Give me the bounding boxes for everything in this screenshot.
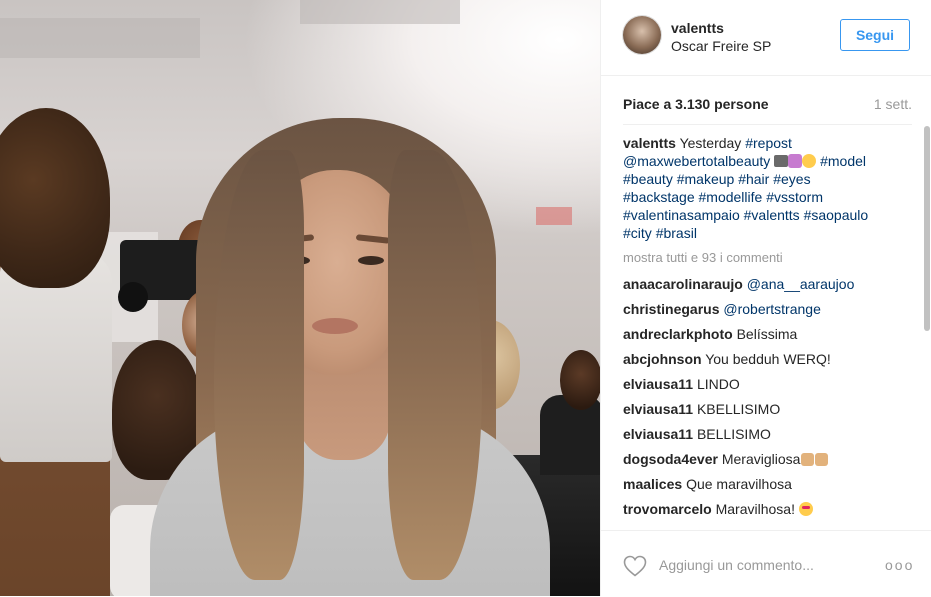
comment-text: BELLISIMO [696, 426, 771, 442]
hashtag[interactable]: #vsstorm [766, 189, 823, 205]
nail-polish-emoji-icon [788, 154, 803, 168]
thumbs-up-emoji-icon [801, 453, 815, 466]
comment-item: anaacarolinaraujo @ana__aaraujoo [623, 276, 913, 292]
comment-username[interactable]: elviausa11 [623, 376, 693, 392]
hashtag[interactable]: #eyes [773, 171, 810, 187]
follow-button[interactable]: Segui [840, 19, 910, 51]
comment-item: elviausa11 KBELLISIMO [623, 401, 913, 417]
hashtag[interactable]: #repost [745, 135, 792, 151]
camera-emoji-icon [774, 155, 789, 167]
comment-item: elviausa11 BELLISIMO [623, 426, 913, 442]
hashtag[interactable]: #makeup [677, 171, 735, 187]
comment-text: KBELLISIMO [696, 401, 781, 417]
comments-list[interactable]: valentts Yesterday #repost @maxwebertota… [601, 124, 931, 530]
caption-mention[interactable]: @maxwebertotalbeauty [623, 153, 770, 169]
comment-text: You bedduh WERQ! [705, 351, 831, 367]
comment-username[interactable]: christinegarus [623, 301, 719, 317]
kiss-emoji-icon [802, 154, 817, 168]
hashtag[interactable]: #modellife [699, 189, 763, 205]
comment-text: Maravilhosa! [715, 501, 795, 517]
comment-input[interactable] [659, 555, 859, 575]
hashtag[interactable]: #city [623, 225, 652, 241]
comment-username[interactable]: abcjohnson [623, 351, 702, 367]
comment-username[interactable]: trovomarcelo [623, 501, 712, 517]
comment-username[interactable]: andreclarkphoto [623, 326, 733, 342]
thumbs-up-emoji-icon [815, 453, 829, 466]
comment-text: Que maravilhosa [686, 476, 792, 492]
hashtag[interactable]: #hair [738, 171, 769, 187]
comment-username[interactable]: anaacarolinaraujo [623, 276, 743, 292]
post-photo[interactable] [0, 0, 600, 596]
caption-username[interactable]: valentts [623, 135, 676, 151]
comment-item: trovomarcelo Maravilhosa! [623, 501, 913, 517]
comment-text: Belíssima [736, 326, 798, 342]
hashtag[interactable]: #model [820, 153, 866, 169]
comment-username[interactable]: elviausa11 [623, 401, 693, 417]
comment-item: christinegarus @robertstrange [623, 301, 913, 317]
hashtag[interactable]: #valentinasampaio [623, 207, 740, 223]
post-sidebar: valentts Oscar Freire SP Segui Piace a 3… [600, 0, 931, 596]
photo-bg-person [560, 350, 600, 410]
post-header: valentts Oscar Freire SP Segui [601, 0, 931, 76]
post-time[interactable]: 1 sett. [874, 96, 912, 112]
likes-row: Piace a 3.130 persone 1 sett. [623, 96, 912, 116]
hashtag[interactable]: #beauty [623, 171, 673, 187]
show-all-comments-link[interactable]: mostra tutti e 93 i commenti [623, 250, 783, 265]
scrollbar-thumb[interactable] [924, 126, 930, 331]
comment-mention[interactable]: @ana__aaraujoo [747, 276, 855, 292]
comment-item: elviausa11 LINDO [623, 376, 913, 392]
photo-camera-lens [118, 282, 148, 312]
comment-username[interactable]: maalices [623, 476, 682, 492]
comment-username[interactable]: dogsoda4ever [623, 451, 718, 467]
avatar[interactable] [623, 16, 661, 54]
photo-vent [0, 18, 200, 58]
photo-model-lips [312, 318, 358, 334]
post-location[interactable]: Oscar Freire SP [671, 38, 771, 54]
hashtag[interactable]: #brasil [656, 225, 697, 241]
photo-vent [300, 0, 460, 24]
photo-bg-person [540, 395, 600, 475]
photo-model-eye [358, 256, 384, 265]
more-options-icon[interactable]: ooo [885, 557, 914, 573]
comment-mention[interactable]: @robertstrange [723, 301, 820, 317]
caption-text: Yesterday [679, 135, 742, 151]
post-username[interactable]: valentts [671, 20, 724, 36]
photo-wall-sign [536, 207, 572, 225]
heart-eyes-emoji-icon [798, 502, 813, 516]
hashtag[interactable]: #valentts [744, 207, 800, 223]
comment-username[interactable]: elviausa11 [623, 426, 693, 442]
comments-scrollbar[interactable] [923, 124, 930, 530]
comment-item: andreclarkphoto Belíssima [623, 326, 913, 342]
hashtag[interactable]: #backstage [623, 189, 695, 205]
likes-count[interactable]: Piace a 3.130 persone [623, 96, 769, 112]
caption: valentts Yesterday #repost @maxwebertota… [623, 134, 903, 242]
post-footer: ooo [601, 530, 931, 597]
hashtag[interactable]: #saopaulo [804, 207, 869, 223]
heart-outline-icon[interactable] [623, 555, 647, 577]
comment-text: Meravigliosa [721, 451, 801, 467]
comment-item: maalices Que maravilhosa [623, 476, 913, 492]
comment-item: abcjohnson You bedduh WERQ! [623, 351, 913, 367]
comment-text: LINDO [696, 376, 740, 392]
comment-item: dogsoda4ever Meravigliosa [623, 451, 913, 467]
